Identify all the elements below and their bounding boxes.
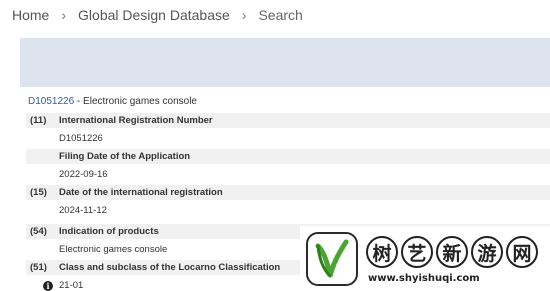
field-value-filing-date: 2022-09-16 [59,169,108,180]
watermark-url: www.shyishuqi.com [368,273,480,284]
field-header-registration-number: (11) International Registration Number [26,113,550,128]
field-header-filing-date: Filing Date of the Application [26,149,550,164]
locarno-class-value: 21-01 [59,280,84,291]
info-icon[interactable]: i [43,281,53,291]
field-code: (54) [30,226,47,237]
breadcrumb-search-current: Search [258,7,303,23]
watermark-characters: 树 艺 新 游 网 [366,236,538,268]
watermark-logo [306,232,358,286]
breadcrumb: Home › Global Design Database › Search [12,6,303,24]
watermark-char: 新 [436,236,468,268]
watermark-char: 艺 [401,236,433,268]
watermark-char: 树 [366,236,398,268]
field-code: (15) [30,187,47,198]
watermark-char: 网 [506,236,538,268]
field-code: (11) [30,115,47,126]
record-title-text: Electronic games console [83,96,197,107]
field-label: International Registration Number [59,115,213,126]
record-banner [20,38,550,87]
record-title: D1051226 - Electronic games console [28,96,197,107]
field-header-registration-date: (15) Date of the international registrat… [26,185,550,200]
field-code: (51) [30,262,47,273]
field-label: Filing Date of the Application [59,151,191,162]
watermark-char: 游 [471,236,503,268]
field-label: Date of the international registration [59,187,223,198]
chevron-right-icon: › [241,7,247,23]
field-value-registration-number: D1051226 [59,133,103,144]
field-value-registration-date: 2024-11-12 [59,205,107,216]
watermark: 树 艺 新 游 网 www.shyishuqi.com [300,226,550,291]
breadcrumb-home-link[interactable]: Home [12,7,49,23]
chevron-right-icon: › [61,7,67,23]
record-id-link[interactable]: D1051226 [28,96,74,107]
breadcrumb-global-design-database-link[interactable]: Global Design Database [78,7,230,23]
record-title-separator: - [74,96,84,107]
